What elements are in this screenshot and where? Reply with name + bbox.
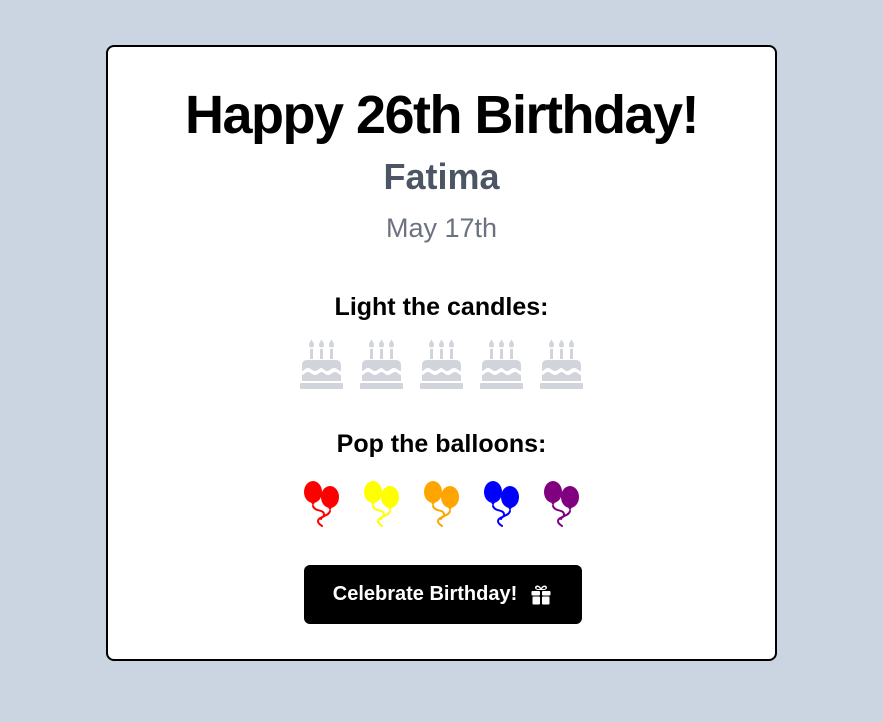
birthday-cake-icon[interactable]: [480, 339, 523, 391]
birthday-cake-icon[interactable]: [300, 339, 343, 391]
balloons-icon[interactable]: [360, 479, 403, 531]
balloons-icon[interactable]: [420, 479, 463, 531]
birthday-card: Happy 26th Birthday! Fatima May 17th Lig…: [106, 45, 777, 661]
balloons-icon[interactable]: [300, 479, 343, 531]
candles-heading: Light the candles:: [334, 293, 549, 321]
celebrate-button-label: Celebrate Birthday!: [332, 583, 518, 605]
birthday-cake-icon[interactable]: [540, 339, 583, 391]
gift-icon: [529, 583, 553, 607]
birthday-cake-icon[interactable]: [360, 339, 403, 391]
celebrant-name: Fatima: [383, 156, 500, 197]
celebrate-button[interactable]: Celebrate Birthday!: [304, 565, 582, 624]
balloons-icon[interactable]: [480, 479, 523, 531]
page-title: Happy 26th Birthday!: [184, 85, 700, 145]
balloons-heading: Pop the balloons:: [336, 430, 547, 458]
birthday-cake-icon[interactable]: [420, 339, 463, 391]
balloons-row: [108, 479, 775, 531]
candles-row: [108, 339, 775, 391]
birthday-date: May 17th: [385, 213, 498, 243]
balloons-icon[interactable]: [540, 479, 583, 531]
